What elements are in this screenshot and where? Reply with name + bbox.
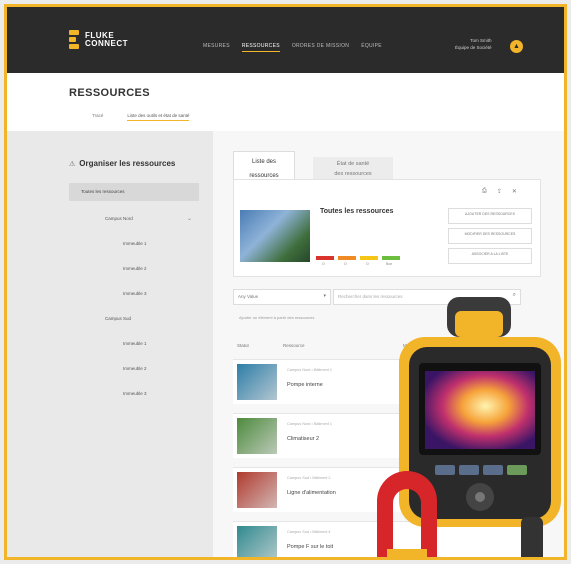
clamp-meter-image xyxy=(377,471,437,557)
tab-label-line-2: des ressources xyxy=(334,171,372,177)
sidebar-item-all[interactable]: Toutes les ressources xyxy=(69,183,199,201)
resource-thumbnail xyxy=(237,472,277,508)
row-location: Campus Nord • Bâtiment 1 xyxy=(287,422,333,426)
filter-select[interactable]: Any Value ▾ xyxy=(233,289,331,305)
health-bar-label: O xyxy=(366,262,369,266)
fluke-logo-icon xyxy=(69,30,79,50)
health-bar-label: O xyxy=(344,262,347,266)
chevron-down-icon: ▾ xyxy=(323,293,326,299)
health-bar-label: O xyxy=(322,262,325,266)
health-bar-warning xyxy=(338,256,356,260)
row-name: Climatiseur 2 xyxy=(287,436,320,442)
sidebar-heading: ⚠ Organiser les ressources xyxy=(69,159,175,168)
sidebar-item-immeuble[interactable]: Immeuble 2 xyxy=(123,366,147,371)
sidebar-item-immeuble[interactable]: Immeuble 2 xyxy=(123,266,147,271)
health-bar-good xyxy=(382,256,400,260)
breadcrumb-tool-list[interactable]: Liste des outils et état de santé xyxy=(127,113,190,121)
chevron-down-icon[interactable]: ⌄ xyxy=(187,215,192,222)
breadcrumb: Tracé Liste des outils et état de santé xyxy=(92,113,190,121)
row-name: Pompe F sur le toit xyxy=(287,544,334,550)
sidebar-item-label: Toutes les ressources xyxy=(81,189,125,194)
breadcrumb-trace[interactable]: Tracé xyxy=(92,113,103,121)
filter-select-value: Any Value xyxy=(238,294,259,299)
resource-thumbnail xyxy=(237,418,277,454)
summary-title: Toutes les ressources xyxy=(320,208,394,215)
nav-ressources[interactable]: RESSOURCES xyxy=(241,43,280,52)
share-icon[interactable]: ⇪ xyxy=(497,188,502,195)
sidebar-item-immeuble[interactable]: Immeuble 1 xyxy=(123,241,147,246)
add-resources-button[interactable]: AJOUTER DES RESSOURCES xyxy=(448,208,532,224)
sidebar-item-immeuble[interactable]: Immeuble 3 xyxy=(123,291,147,296)
health-bar-label: Bon xyxy=(386,262,393,266)
nav-mesures[interactable]: MESURES xyxy=(203,43,230,52)
search-placeholder: Rechercher dans les ressources xyxy=(338,294,403,299)
resource-summary-card: ⎙ ⇪ ✕ Toutes les ressources O O O Bon AJ… xyxy=(233,179,541,277)
health-bar-caution xyxy=(360,256,378,260)
row-name: Pompe interne xyxy=(287,382,323,388)
row-name: Ligne d'alimentation xyxy=(287,490,336,496)
column-header-status[interactable]: Statut xyxy=(237,343,249,348)
app-frame: FLUKE CONNECT MESURES RESSOURCES ORDRES … xyxy=(4,4,567,560)
logo-line-2: CONNECT xyxy=(85,39,129,48)
notification-icon[interactable]: ▲ xyxy=(510,40,523,53)
resource-thumbnail xyxy=(237,526,277,557)
sidebar-item-campus-nord[interactable]: Campus Nord xyxy=(105,216,133,221)
fluke-connect-logo[interactable]: FLUKE CONNECT xyxy=(69,30,128,50)
nav-ordres-de-mission[interactable]: ORDRES DE MISSION xyxy=(292,43,349,52)
card-toolbar: ⎙ ⇪ ✕ xyxy=(482,188,517,195)
top-nav-bar: FLUKE CONNECT MESURES RESSOURCES ORDRES … xyxy=(7,7,564,73)
print-icon[interactable]: ⎙ xyxy=(482,188,487,195)
delete-icon[interactable]: ✕ xyxy=(512,188,517,195)
resource-sidebar: ⚠ Organiser les ressources Toutes les re… xyxy=(7,131,213,557)
tab-health-status[interactable]: État de santé des ressources xyxy=(313,157,393,179)
health-bar-critical xyxy=(316,256,334,260)
sidebar-heading-label: Organiser les ressources xyxy=(79,159,176,168)
sidebar-item-immeuble[interactable]: Immeuble 3 xyxy=(123,391,147,396)
sidebar-item-campus-sud[interactable]: Campus Sud xyxy=(105,316,131,321)
associate-list-button[interactable]: ASSOCIER A LA LISTE xyxy=(448,248,532,264)
edit-resources-button[interactable]: MODIFIER DES RESSOURCES xyxy=(448,228,532,244)
tab-label-line-1: État de santé xyxy=(336,161,370,167)
user-team: Équipe de Société xyxy=(455,45,492,50)
filter-hint: Ajouter un élément à partir des ressourc… xyxy=(239,315,315,320)
row-location: Campus Sud • Bâtiment 4 xyxy=(287,530,331,534)
column-header-resource[interactable]: Ressource xyxy=(283,343,305,348)
page-title: RESSOURCES xyxy=(69,87,151,99)
user-menu[interactable]: Tom Smith Équipe de Société xyxy=(455,37,492,51)
sidebar-item-immeuble[interactable]: Immeuble 1 xyxy=(123,341,147,346)
health-bars xyxy=(316,256,400,260)
resource-thumbnail xyxy=(237,364,277,400)
row-location: Campus Nord • Bâtiment 1 xyxy=(287,368,333,372)
hierarchy-icon: ⚠ xyxy=(69,160,76,168)
nav-equipe[interactable]: ÉQUIPE xyxy=(361,43,382,52)
tab-label-line-1: Liste des xyxy=(251,159,276,165)
tab-resource-list[interactable]: Liste des ressources xyxy=(233,151,295,180)
user-name: Tom Smith xyxy=(470,38,492,43)
row-location: Campus Sud • Bâtiment 2 xyxy=(287,476,331,480)
main-nav: MESURES RESSOURCES ORDRES DE MISSION ÉQU… xyxy=(203,43,382,52)
building-photo xyxy=(240,210,310,262)
